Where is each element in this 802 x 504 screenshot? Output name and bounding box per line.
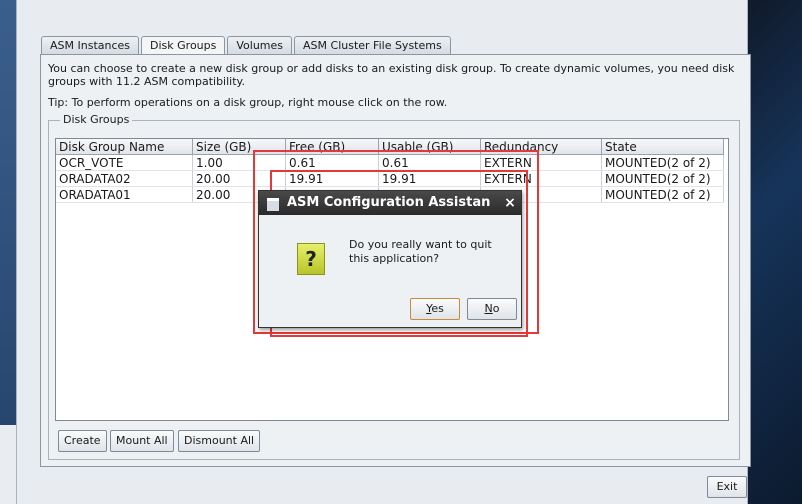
col-header-disk-group-name[interactable]: Disk Group Name [56, 139, 193, 155]
table-header-row: Disk Group Name Size (GB) Free (GB) Usab… [56, 139, 724, 155]
no-button[interactable]: No [467, 298, 517, 320]
yes-label: es [431, 302, 444, 315]
cell-state: MOUNTED(2 of 2) [601, 186, 724, 203]
tab-disk-groups[interactable]: Disk Groups [141, 36, 226, 55]
col-header-redundancy[interactable]: Redundancy [480, 139, 602, 155]
col-header-usable[interactable]: Usable (GB) [378, 139, 481, 155]
cell-usable: 0.61 [378, 154, 481, 171]
dialog-message: Do you really want to quit this applicat… [349, 238, 492, 265]
window-icon [267, 198, 279, 211]
table-row[interactable]: OCR_VOTE 1.00 0.61 0.61 EXTERN MOUNTED(2… [56, 154, 724, 171]
cell-state: MOUNTED(2 of 2) [601, 170, 724, 187]
close-icon[interactable]: × [503, 191, 517, 215]
yes-button[interactable]: Yes [410, 298, 460, 320]
no-label: o [492, 302, 500, 315]
exit-button[interactable]: Exit [707, 476, 747, 498]
group-title: Disk Groups [60, 113, 133, 126]
tab-bar: ASM Instances Disk Groups Volumes ASM Cl… [41, 36, 453, 55]
tab-asm-instances[interactable]: ASM Instances [41, 36, 140, 54]
panel-description: You can choose to create a new disk grou… [48, 62, 735, 88]
quit-confirm-dialog: ASM Configuration Assistan × ? Do you re… [258, 190, 522, 328]
mount-all-button[interactable]: Mount All [110, 430, 174, 452]
cell-name: ORADATA01 [56, 186, 193, 203]
tab-asm-cluster-file-systems[interactable]: ASM Cluster File Systems [294, 36, 451, 54]
col-header-size[interactable]: Size (GB) [192, 139, 286, 155]
col-header-state[interactable]: State [601, 139, 724, 155]
create-button[interactable]: Create [58, 430, 107, 452]
cell-usable: 19.91 [378, 170, 481, 187]
question-icon: ? [297, 243, 325, 275]
dialog-titlebar[interactable]: ASM Configuration Assistan × [259, 191, 521, 215]
cell-name: ORADATA02 [56, 170, 193, 187]
cell-free: 19.91 [285, 170, 379, 187]
panel-tip: Tip: To perform operations on a disk gro… [48, 96, 448, 109]
col-header-free[interactable]: Free (GB) [285, 139, 379, 155]
cell-redundancy: EXTERN [480, 154, 602, 171]
no-mnemonic: N [484, 302, 493, 315]
dialog-title: ASM Configuration Assistan [287, 195, 491, 210]
tab-volumes[interactable]: Volumes [227, 36, 293, 54]
cell-name: OCR_VOTE [56, 154, 193, 171]
dismount-all-button[interactable]: Dismount All [178, 430, 261, 452]
table-row[interactable]: ORADATA02 20.00 19.91 19.91 EXTERN MOUNT… [56, 170, 724, 187]
cell-size: 1.00 [192, 154, 286, 171]
cell-state: MOUNTED(2 of 2) [601, 154, 724, 171]
cell-redundancy: EXTERN [480, 170, 602, 187]
cell-size: 20.00 [192, 170, 286, 187]
background-window-strip [0, 0, 16, 425]
desktop-wallpaper [748, 0, 802, 504]
cell-free: 0.61 [285, 154, 379, 171]
